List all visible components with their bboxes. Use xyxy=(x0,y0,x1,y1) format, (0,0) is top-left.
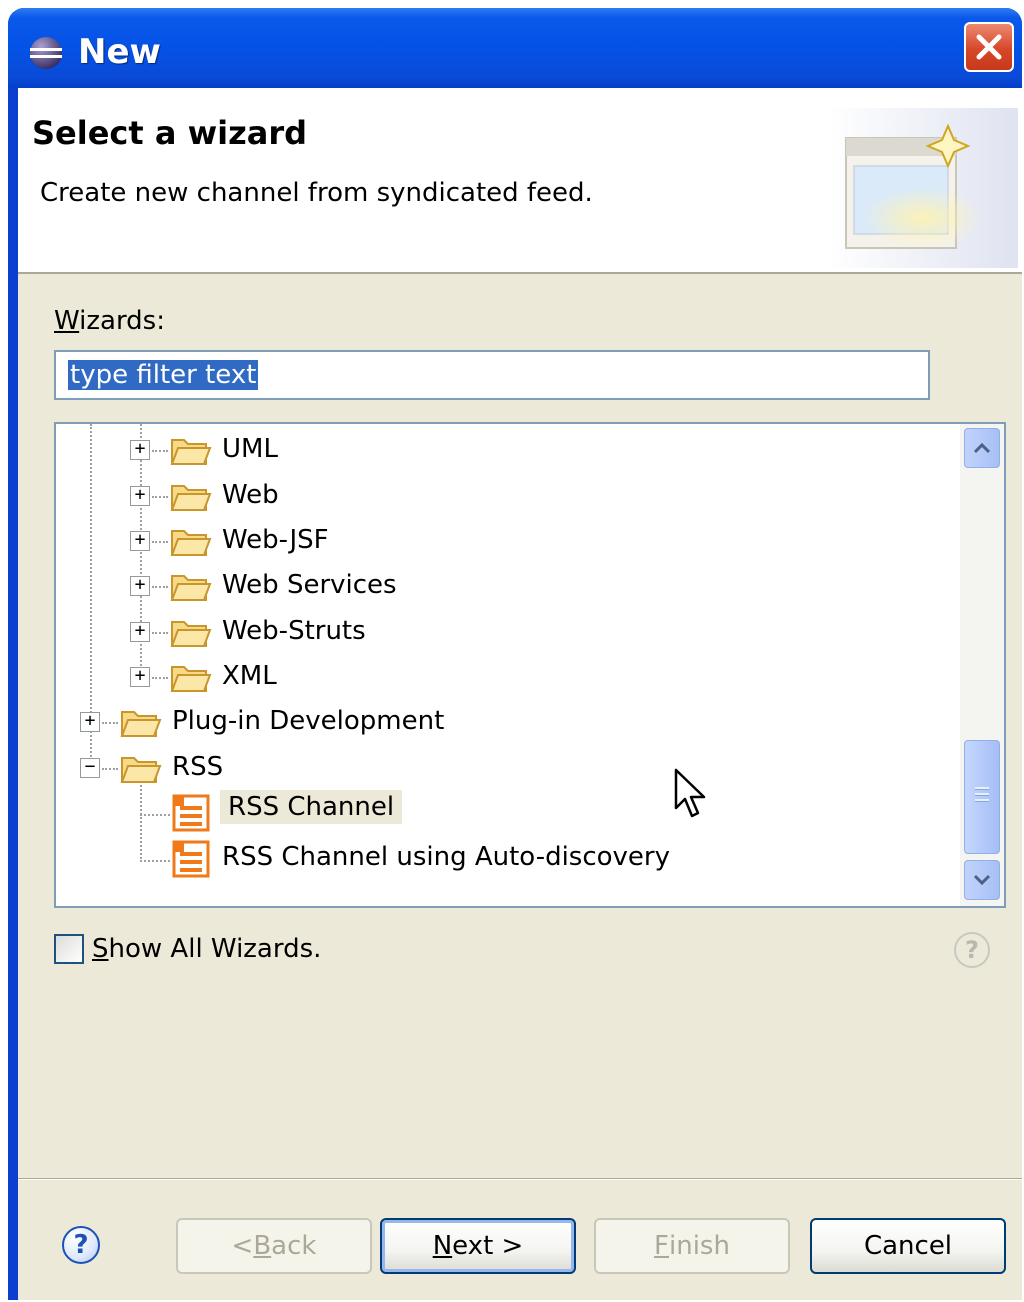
scroll-down-button[interactable] xyxy=(964,860,1000,900)
wizards-label-mnemonic: W xyxy=(54,306,80,336)
tree-item-label[interactable]: RSS Channel using Auto-discovery xyxy=(222,842,670,872)
tree-item-label[interactable]: UML xyxy=(222,434,278,464)
expand-toggle[interactable]: + xyxy=(130,576,150,596)
context-help-icon[interactable]: ? xyxy=(954,932,990,968)
tree-item-label-selected[interactable]: RSS Channel xyxy=(220,790,403,824)
help-button[interactable]: ? xyxy=(62,1226,100,1264)
expand-toggle[interactable]: + xyxy=(80,712,100,732)
button-bar-separator xyxy=(18,1178,1022,1180)
folder-icon xyxy=(170,485,212,511)
folder-icon xyxy=(170,530,212,556)
folder-icon xyxy=(120,711,162,737)
tree-item-label[interactable]: RSS xyxy=(172,752,223,782)
tree-guide-line xyxy=(152,586,168,588)
new-wizard-banner-icon xyxy=(828,108,1018,268)
expand-toggle[interactable]: + xyxy=(130,622,150,642)
folder-icon xyxy=(170,621,212,647)
folder-icon xyxy=(170,575,212,601)
filter-input-value: type filter text xyxy=(68,360,259,390)
wizard-window: New Select a wizard Create new channel f… xyxy=(8,8,1022,1300)
window-title: New xyxy=(78,32,161,72)
title-bar[interactable]: New xyxy=(8,8,1022,88)
wizards-label: Wizards: xyxy=(54,306,165,336)
tree-scrollbar[interactable] xyxy=(960,424,1004,906)
wizard-header: Select a wizard Create new channel from … xyxy=(18,88,1022,274)
rss-channel-icon xyxy=(172,840,210,878)
expand-toggle[interactable]: + xyxy=(130,440,150,460)
tree-guide-line xyxy=(102,722,118,724)
chevron-down-icon xyxy=(973,874,991,886)
tree-guide-line xyxy=(152,632,168,634)
folder-icon xyxy=(170,666,212,692)
next-button[interactable]: Next > xyxy=(380,1218,576,1274)
cancel-button-label: Cancel xyxy=(863,1231,953,1261)
dialog-client: Select a wizard Create new channel from … xyxy=(18,88,1022,1300)
wizards-label-text: izards: xyxy=(79,306,165,336)
tree-item-label[interactable]: Web-JSF xyxy=(222,525,329,555)
thumb-grip xyxy=(975,799,989,802)
expand-toggle[interactable]: + xyxy=(130,531,150,551)
collapse-toggle[interactable]: − xyxy=(80,758,100,778)
tree-item-label[interactable]: Web Services xyxy=(222,570,397,600)
scroll-up-button[interactable] xyxy=(964,428,1000,468)
folder-icon xyxy=(170,439,212,465)
next-button-mnemonic: N xyxy=(432,1231,453,1261)
finish-button[interactable]: Finish xyxy=(594,1218,790,1274)
eclipse-icon xyxy=(30,37,62,69)
back-button-label: ack xyxy=(271,1231,317,1261)
show-all-wizards-checkbox[interactable]: Show All Wizards. xyxy=(54,934,321,964)
tree-item-label[interactable]: Plug-in Development xyxy=(172,706,444,736)
back-button-mnemonic: B xyxy=(253,1231,272,1261)
cancel-button[interactable]: Cancel xyxy=(810,1218,1006,1274)
tree-guide-line xyxy=(140,778,142,862)
filter-input[interactable]: type filter text xyxy=(54,350,930,400)
tree-guide-line xyxy=(152,496,168,498)
page-description: Create new channel from syndicated feed. xyxy=(40,178,593,208)
checkbox-box[interactable] xyxy=(54,934,84,964)
next-button-label: ext > xyxy=(452,1231,524,1261)
close-icon xyxy=(976,34,1002,60)
back-button-prefix: < xyxy=(231,1231,254,1261)
thumb-grip xyxy=(975,793,989,796)
rss-channel-icon xyxy=(172,794,210,832)
tree-guide-line xyxy=(140,860,170,862)
back-button[interactable]: < Back xyxy=(176,1218,372,1274)
mouse-pointer-icon xyxy=(674,768,706,818)
scroll-thumb[interactable] xyxy=(964,740,1000,854)
page-title: Select a wizard xyxy=(32,114,307,152)
show-all-mnemonic: S xyxy=(92,934,109,964)
expand-toggle[interactable]: + xyxy=(130,667,150,687)
finish-button-label: inish xyxy=(669,1231,730,1261)
tree-guide-line xyxy=(152,541,168,543)
close-button[interactable] xyxy=(964,22,1014,72)
tree-item-label[interactable]: XML xyxy=(222,661,277,691)
tree-guide-line xyxy=(152,450,168,452)
open-folder-icon xyxy=(120,757,162,783)
expand-toggle[interactable]: + xyxy=(130,486,150,506)
tree-guide-line xyxy=(152,677,168,679)
chevron-up-icon xyxy=(973,442,991,454)
wizard-tree[interactable]: + UML + Web + Web-JSF + Web Services + W… xyxy=(54,422,1006,908)
tree-item-label[interactable]: Web xyxy=(222,480,279,510)
tree-guide-line xyxy=(102,768,118,770)
tree-guide-line xyxy=(140,814,170,816)
finish-button-mnemonic: F xyxy=(654,1231,669,1261)
tree-item-label[interactable]: Web-Struts xyxy=(222,616,366,646)
show-all-label: how All Wizards. xyxy=(108,934,322,964)
thumb-grip xyxy=(975,787,989,790)
